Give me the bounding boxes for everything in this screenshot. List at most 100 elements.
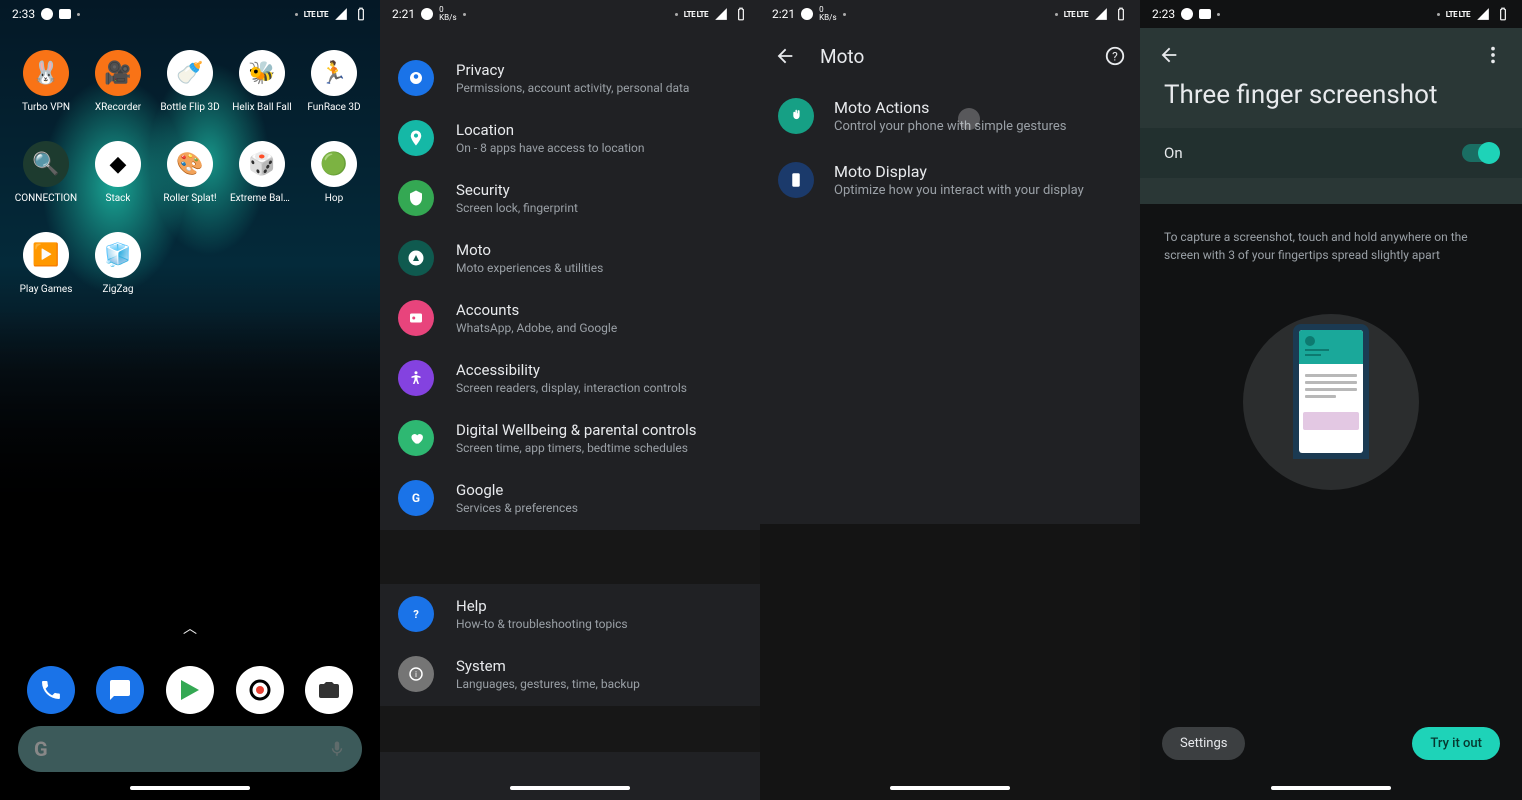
overflow-icon[interactable] (1482, 44, 1504, 66)
app-roller-splat-[interactable]: 🎨Roller Splat! (154, 141, 226, 204)
mic-icon[interactable] (328, 740, 346, 758)
settings-item-subtitle: WhatsApp, Adobe, and Google (456, 321, 617, 335)
back-icon[interactable] (1158, 44, 1180, 66)
app-label: XRecorder (95, 102, 141, 113)
settings-item-title: Digital Wellbeing & parental controls (456, 421, 697, 439)
dock-phone[interactable] (27, 666, 75, 714)
app-play-games[interactable]: ▶️Play Games (10, 232, 82, 295)
status-bar: 2:21 0KB/s LTE LTE (380, 0, 760, 28)
app-hop[interactable]: 🟢Hop (298, 141, 370, 204)
system-icon: i (398, 656, 434, 692)
app-icon: 🍼 (167, 50, 213, 96)
net-speed: 0KB/s (819, 6, 836, 22)
demo-illustration (1243, 314, 1419, 490)
settings-item-title: Location (456, 121, 645, 139)
settings-item-title: Google (456, 481, 578, 499)
moto-item-title: Moto Actions (834, 98, 1066, 117)
app-icon: 🎨 (167, 141, 213, 187)
settings-item-accounts[interactable]: AccountsWhatsApp, Adobe, and Google (380, 288, 760, 348)
toggle-label: On (1164, 144, 1183, 162)
status-time: 2:33 (12, 7, 35, 21)
settings-item-help[interactable]: ?HelpHow-to & troubleshooting topics (380, 584, 760, 644)
toggle-row[interactable]: On (1140, 128, 1522, 178)
back-icon[interactable] (774, 45, 796, 67)
home-screen: 2:33 LTE LTE 🐰Turbo VPN 🎥 XRecorder 🍼Bottle… (0, 0, 380, 800)
drawer-handle-icon[interactable]: ︿ (183, 618, 197, 638)
settings-item-title: Moto (456, 241, 603, 259)
nav-bar[interactable] (510, 786, 630, 790)
app-icon: ▶️ (23, 232, 69, 278)
dock-play-store[interactable] (166, 666, 214, 714)
app-icon: 🏃 (311, 50, 357, 96)
app-stack[interactable]: ◆Stack (82, 141, 154, 204)
app-connection[interactable]: 🔍 CONNECTION (10, 141, 82, 204)
app-zigzag[interactable]: 🧊ZigZag (82, 232, 154, 295)
lte-icon: LTE LTE (1446, 10, 1470, 19)
app-extreme-bala-[interactable]: 🎲Extreme Bala… (226, 141, 298, 204)
status-bar: 2:21 0KB/s LTE LTE (760, 0, 1140, 28)
phone-icon (1293, 324, 1369, 459)
app-xrecorder[interactable]: 🎥 XRecorder (82, 50, 154, 113)
more-status-icon (295, 13, 298, 16)
settings-item-subtitle: Languages, gestures, time, backup (456, 677, 640, 691)
top-bar (1140, 28, 1522, 74)
more-notif-icon (77, 13, 80, 16)
settings-item-google[interactable]: G Google Services & preferences (380, 468, 760, 528)
app-icon: 🐰 (23, 50, 69, 96)
more-notif-icon (463, 13, 466, 16)
section-gap (380, 530, 760, 584)
spotify-icon (421, 8, 433, 20)
nav-bar[interactable] (130, 786, 250, 790)
status-bar: 2:23 LTE LTE (1140, 0, 1522, 28)
search-bar[interactable]: G (18, 726, 362, 772)
battery-icon (734, 7, 748, 21)
page-title: Moto (820, 45, 1080, 68)
settings-list[interactable]: PrivacyPermissions, account activity, pe… (380, 28, 760, 752)
help-icon[interactable]: ? (1104, 45, 1126, 67)
toggle-switch[interactable] (1462, 144, 1498, 162)
moto-item-subtitle: Control your phone with simple gestures (834, 119, 1066, 134)
picture-icon (59, 9, 71, 19)
dock-chrome[interactable] (236, 666, 284, 714)
bottom-buttons: Settings Try it out (1140, 727, 1522, 760)
battery-icon (1496, 7, 1510, 21)
status-bar: 2:33 LTE LTE (0, 0, 380, 28)
google-g-icon: G (34, 737, 48, 761)
moto-item-moto-display[interactable]: Moto DisplayOptimize how you interact wi… (760, 148, 1140, 212)
messages-icon (108, 678, 132, 702)
nav-bar[interactable] (1271, 786, 1391, 790)
settings-item-privacy[interactable]: PrivacyPermissions, account activity, pe… (380, 48, 760, 108)
app-helix-ball-fall[interactable]: 🐝Helix Ball Fall (226, 50, 298, 113)
hero-panel: Three finger screenshot On (1140, 28, 1522, 204)
help-icon: ? (398, 596, 434, 632)
instruction-text: To capture a screenshot, touch and hold … (1140, 204, 1522, 264)
dock-messages[interactable] (96, 666, 144, 714)
nav-bar[interactable] (890, 786, 1010, 790)
camera-icon (317, 678, 341, 702)
lte-icon: LTE LTE (304, 10, 328, 19)
status-time: 2:21 (392, 7, 415, 21)
settings-item-accessibility[interactable]: AccessibilityScreen readers, display, in… (380, 348, 760, 408)
try-it-button[interactable]: Try it out (1412, 727, 1500, 760)
app-icon: 🔍 (23, 141, 69, 187)
settings-item-digital-wellbeing-parental-controls[interactable]: Digital Wellbeing & parental controlsScr… (380, 408, 760, 468)
settings-item-location[interactable]: Location On - 8 apps have access to locat… (380, 108, 760, 168)
settings-button[interactable]: Settings (1162, 727, 1245, 760)
signal-icon (1094, 7, 1108, 21)
settings-item-subtitle: On - 8 apps have access to location (456, 141, 645, 155)
app-turbo-vpn[interactable]: 🐰Turbo VPN (10, 50, 82, 113)
settings-item-subtitle: Services & preferences (456, 501, 578, 515)
moto-item-moto-actions[interactable]: Moto Actions Control your phone with simp… (760, 84, 1140, 148)
dock-camera[interactable] (305, 666, 353, 714)
settings-item-subtitle: Permissions, account activity, personal … (456, 81, 689, 95)
app-icon: 🎥 (95, 50, 141, 96)
app-funrace-3d[interactable]: 🏃FunRace 3D (298, 50, 370, 113)
svg-text:G: G (412, 491, 420, 505)
settings-item-system[interactable]: i System Languages, gestures, time, backup (380, 644, 760, 704)
hand-icon (778, 98, 814, 134)
settings-item-moto[interactable]: MotoMoto experiences & utilities (380, 228, 760, 288)
app-bottle-flip-3d[interactable]: 🍼Bottle Flip 3D (154, 50, 226, 113)
app-label: CONNECTION (15, 193, 77, 204)
settings-item-title: System (456, 657, 640, 675)
settings-item-security[interactable]: SecurityScreen lock, fingerprint (380, 168, 760, 228)
